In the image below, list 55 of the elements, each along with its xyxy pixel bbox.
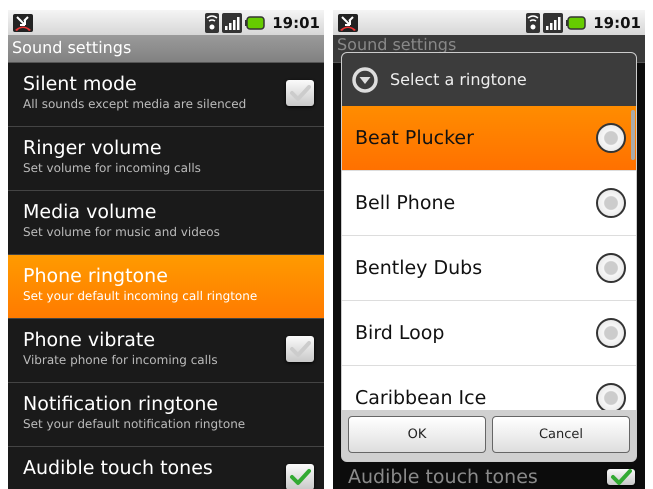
- settings-item[interactable]: Phone vibrate Vibrate phone for incoming calls: [8, 319, 324, 383]
- checkbox[interactable]: [286, 336, 314, 362]
- signal-icon: [222, 12, 242, 32]
- ringtone-name: Beat Plucker: [355, 127, 475, 149]
- dropdown-circle-icon: [352, 66, 378, 92]
- setting-title: Notification ringtone: [23, 392, 220, 416]
- missed-call-icon: [337, 12, 359, 32]
- setting-title: Silent mode: [23, 72, 138, 96]
- setting-summary: All sounds except media are silenced: [23, 96, 248, 112]
- radio-button[interactable]: [596, 123, 626, 153]
- settings-item[interactable]: Silent mode All sounds except media are silenced: [8, 63, 324, 127]
- battery-icon: [245, 16, 266, 30]
- ringtone-item[interactable]: Beat Plucker: [342, 106, 636, 171]
- setting-summary: Set your default incoming call ringtone: [23, 288, 258, 304]
- checkbox[interactable]: [286, 80, 314, 106]
- dialog-button[interactable]: OK: [348, 416, 486, 453]
- signal-icon: [543, 12, 564, 32]
- ringtone-item[interactable]: Bell Phone: [342, 171, 636, 236]
- checkbox[interactable]: [607, 469, 635, 485]
- clock: 19:01: [593, 14, 641, 32]
- settings-item[interactable]: Notification ringtone Set your default notification ringtone: [8, 383, 324, 447]
- setting-summary: Set your default notification ringtone: [23, 416, 246, 432]
- setting-title: Ringer volume: [23, 136, 163, 160]
- missed-call-icon: [12, 12, 34, 32]
- settings-item[interactable]: Ringer volume Set volume for incoming calls: [8, 127, 324, 191]
- ringtone-name: Bird Loop: [355, 322, 446, 344]
- clock: 19:01: [272, 14, 320, 32]
- ringtone-item[interactable]: Bird Loop: [342, 301, 636, 366]
- radio-button[interactable]: [596, 188, 626, 218]
- settings-item[interactable]: Audible touch tones: [333, 456, 645, 489]
- ringtone-name: Caribbean Ice: [355, 387, 488, 409]
- ringtone-name: Bell Phone: [355, 192, 456, 214]
- ringtone-item[interactable]: Bentley Dubs: [342, 236, 636, 301]
- settings-item[interactable]: Audible touch tones: [8, 447, 324, 489]
- screen-title: Sound settings: [337, 36, 456, 53]
- setting-summary: Set volume for incoming calls: [23, 160, 202, 176]
- dialog-button[interactable]: Cancel: [492, 416, 630, 453]
- ringtone-name: Bentley Dubs: [355, 257, 484, 279]
- setting-summary: Vibrate phone for incoming calls: [23, 352, 219, 368]
- setting-title: Phone ringtone: [23, 264, 169, 288]
- wifi-icon: [205, 12, 220, 32]
- radio-button[interactable]: [596, 318, 626, 348]
- setting-title: Phone vibrate: [23, 328, 156, 352]
- radio-button[interactable]: [596, 383, 626, 410]
- wifi-icon: [526, 12, 540, 32]
- radio-button[interactable]: [596, 253, 626, 283]
- setting-title: Media volume: [23, 200, 158, 224]
- setting-title: Audible touch tones: [23, 456, 214, 480]
- battery-icon: [566, 16, 586, 30]
- scrollbar: [631, 110, 635, 160]
- setting-title: Audible touch tones: [348, 465, 539, 489]
- screen-title: Sound settings: [12, 37, 132, 59]
- dialog-title: Select a ringtone: [390, 70, 527, 89]
- setting-summary: Set volume for music and videos: [23, 224, 221, 240]
- checkbox[interactable]: [286, 464, 314, 489]
